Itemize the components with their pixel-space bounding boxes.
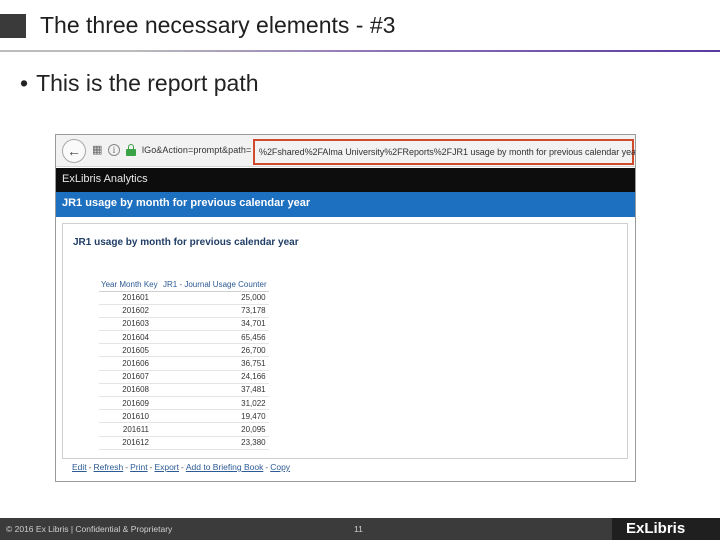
- page-icon: ▦: [92, 144, 103, 156]
- info-icon[interactable]: i: [108, 144, 120, 156]
- footer-page-number: 11: [354, 524, 363, 534]
- browser-address-bar: ← ▦ i lGo&Action=prompt&path= %2Fshared%…: [56, 135, 635, 167]
- cell-year-month-key: 201604: [99, 330, 161, 345]
- cell-year-month-key: 201610: [99, 409, 161, 424]
- cell-usage-counter: 34,701: [161, 317, 269, 332]
- report-title-bar: JR1 usage by month for previous calendar…: [56, 192, 635, 217]
- report-link-add-to-briefing-book[interactable]: Add to Briefing Book: [186, 462, 264, 472]
- cell-year-month-key: 201609: [99, 396, 161, 411]
- url-prefix[interactable]: lGo&Action=prompt&path=: [142, 145, 251, 155]
- cell-year-month-key: 201606: [99, 356, 161, 371]
- cell-usage-counter: 37,481: [161, 383, 269, 398]
- table-row: 201611 20,095: [99, 422, 269, 437]
- bullet-item: • This is the report path: [20, 70, 259, 97]
- cell-year-month-key: 201608: [99, 383, 161, 398]
- bullet-dot: •: [20, 70, 29, 96]
- link-separator: -: [181, 462, 184, 472]
- title-divider: [0, 50, 720, 52]
- cell-usage-counter: 26,700: [161, 343, 269, 358]
- report-link-export[interactable]: Export: [154, 462, 179, 472]
- footer-copyright: © 2016 Ex Libris | Confidential & Propri…: [6, 524, 173, 534]
- column-header-usage-counter[interactable]: JR1 - Journal Usage Counter: [161, 279, 269, 292]
- url-report-path[interactable]: %2Fshared%2FAlma University%2FReports%2F…: [259, 147, 635, 157]
- cell-usage-counter: 73,178: [161, 304, 269, 318]
- cell-year-month-key: 201612: [99, 436, 161, 450]
- link-separator: -: [125, 462, 129, 472]
- cell-year-month-key: 201607: [99, 370, 161, 384]
- usage-table: Year Month Key JR1 - Journal Usage Count…: [99, 279, 269, 450]
- report-panel: JR1 usage by month for previous calendar…: [62, 223, 628, 459]
- table-row: 201604 65,456: [99, 330, 269, 345]
- table-row: 201607 24,166: [99, 370, 269, 384]
- cell-usage-counter: 31,022: [161, 396, 269, 411]
- analytics-header: ExLibris Analytics: [56, 168, 635, 192]
- slide-title: The three necessary elements - #3: [40, 12, 396, 38]
- table-header-row: Year Month Key JR1 - Journal Usage Count…: [99, 279, 269, 292]
- table-row: 201612 23,380: [99, 436, 269, 450]
- cell-year-month-key: 201603: [99, 317, 161, 332]
- title-marker-square: [0, 14, 26, 38]
- table-row: 201605 26,700: [99, 343, 269, 358]
- cell-year-month-key: 201602: [99, 304, 161, 318]
- report-link-refresh[interactable]: Refresh: [94, 462, 124, 472]
- cell-year-month-key: 201611: [99, 422, 161, 437]
- lock-icon: [126, 144, 136, 156]
- table-row: 201609 31,022: [99, 396, 269, 411]
- cell-usage-counter: 19,470: [161, 409, 269, 424]
- table-body: 201601 25,000 201602 73,178 201603 34,701 2016…: [99, 291, 269, 450]
- cell-usage-counter: 24,166: [161, 370, 269, 384]
- url-highlight-box: %2Fshared%2FAlma University%2FReports%2F…: [253, 139, 635, 165]
- table-row: 201602 73,178: [99, 304, 269, 318]
- cell-usage-counter: 23,380: [161, 436, 269, 450]
- link-separator: -: [149, 462, 153, 472]
- analytics-logo: ExLibris Analytics: [62, 173, 148, 185]
- link-separator: -: [265, 462, 269, 472]
- report-link-copy[interactable]: Copy: [270, 462, 290, 472]
- cell-year-month-key: 201605: [99, 343, 161, 358]
- report-link-edit[interactable]: Edit: [72, 462, 87, 472]
- slide-footer: © 2016 Ex Libris | Confidential & Propri…: [0, 518, 720, 540]
- cell-year-month-key: 201601: [99, 291, 161, 305]
- table-row: 201608 37,481: [99, 383, 269, 398]
- link-separator: -: [88, 462, 92, 472]
- table-row: 201606 36,751: [99, 356, 269, 371]
- column-header-year-month-key[interactable]: Year Month Key: [99, 279, 161, 292]
- report-links: Edit - Refresh - Print - Export - Add to Briefin…: [72, 462, 290, 472]
- report-link-print[interactable]: Print: [130, 462, 147, 472]
- cell-usage-counter: 20,095: [161, 422, 269, 437]
- cell-usage-counter: 36,751: [161, 356, 269, 371]
- analytics-logo-text: ExLibris Analytics: [62, 173, 148, 185]
- table-row: 201601 25,000: [99, 291, 269, 305]
- cell-usage-counter: 65,456: [161, 330, 269, 345]
- bullet-text: This is the report path: [36, 70, 259, 96]
- exlibris-logo: ExLibris: [612, 518, 720, 540]
- table-row: 201603 34,701: [99, 317, 269, 332]
- exlibris-logo-text: ExLibris: [626, 520, 686, 537]
- cell-usage-counter: 25,000: [161, 291, 269, 305]
- table-row: 201610 19,470: [99, 409, 269, 424]
- back-arrow-icon[interactable]: ←: [62, 139, 86, 163]
- embedded-screenshot: ← ▦ i lGo&Action=prompt&path= %2Fshared%…: [55, 134, 636, 482]
- report-title: JR1 usage by month for previous calendar…: [62, 197, 311, 209]
- report-panel-heading: JR1 usage by month for previous calendar…: [73, 237, 299, 248]
